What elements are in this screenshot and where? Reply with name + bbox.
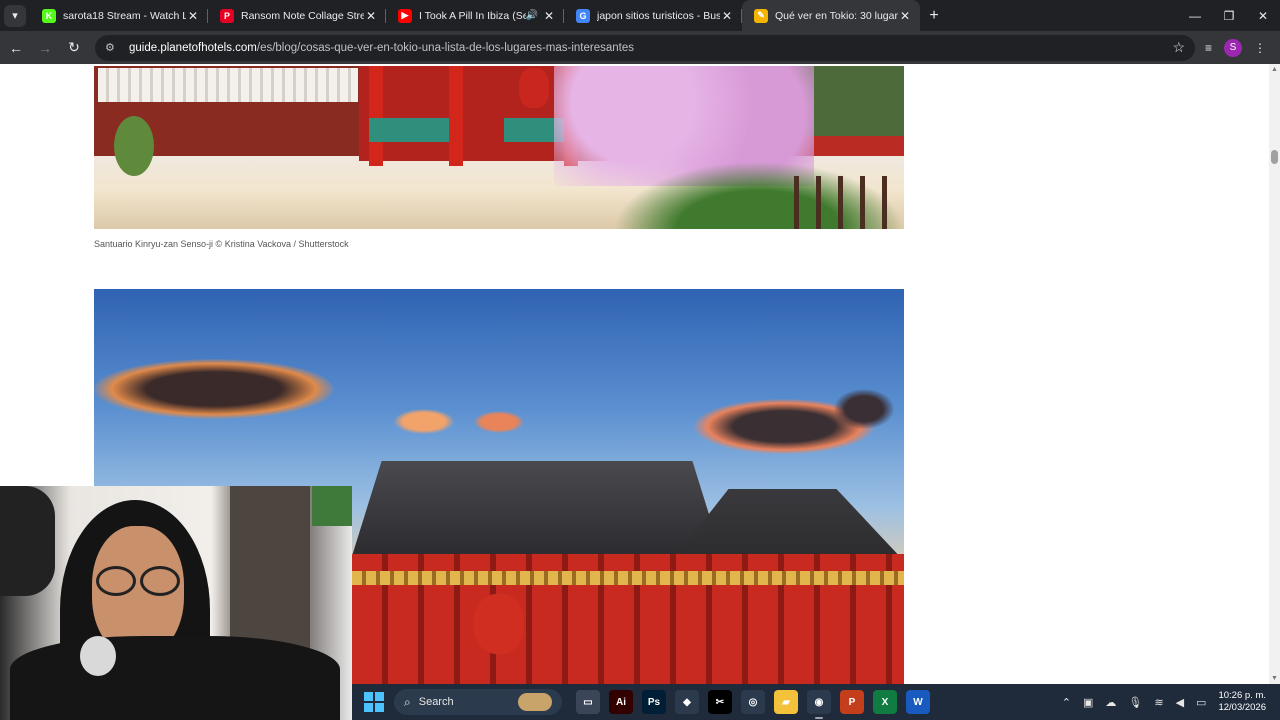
tab-title: Qué ver en Tokio: 30 lugares in [775,9,898,22]
tab-search-button[interactable]: ▾ [4,4,26,27]
tab-title: Ransom Note Collage Stream C [241,9,364,22]
maximize-button[interactable]: ❐ [1212,0,1246,31]
illustrator-icon[interactable]: Ai [609,690,633,714]
address-bar[interactable]: ⚙ guide.planetofhotels.com/es/blog/cosas… [95,34,1195,61]
clock-date: 12/03/2026 [1218,702,1266,713]
browser-tab[interactable]: P Ransom Note Collage Stream C✕ [208,0,386,31]
obs-icon[interactable]: ◎ [741,690,765,714]
new-tab-button[interactable]: + [920,2,948,30]
tab-close-icon[interactable]: ✕ [898,9,912,23]
microphone-icon[interactable]: 🎙 [1128,696,1142,709]
reload-button[interactable]: ↻ [61,35,87,61]
pinterest-icon: P [220,8,234,23]
address-domain: guide.planetofhotels.com [129,41,257,54]
folder-icon[interactable]: ▰ [774,690,798,714]
windows-taskbar: ⌕ Search ▭ Ai Ps ◆ ✂ ◎ ▰ ◉ P X W ⌃ ▣ ☁ 🎙 ≋ ◀ ▭ 10:… [352,684,1280,720]
system-tray: ⌃ ▣ ☁ 🎙 ≋ ◀ ▭ 10:26 p. m. 12/03/2026 [1062,690,1280,714]
tab-audio-icon[interactable]: 🔊 [526,10,538,21]
chrome-icon[interactable]: ◉ [807,690,831,719]
taskbar-search[interactable]: ⌕ Search [394,689,562,715]
media-controls-icon[interactable]: ≡ [1205,41,1212,55]
browser-tab[interactable]: ✎ Qué ver en Tokio: 30 lugares in✕ [742,0,920,31]
browser-toolbar: ← → ↻ ⚙ guide.planetofhotels.com/es/blog… [0,31,1280,64]
file-explorer-blank-icon[interactable]: ▭ [576,690,600,714]
close-window-button[interactable]: ✕ [1246,0,1280,31]
show-hidden-icons[interactable]: ⌃ [1062,696,1071,709]
google-icon: G [576,8,590,23]
tab-strip: ▾ Ksarota18 Stream - Watch Live o✕PRanso… [0,0,1280,31]
word-icon[interactable]: W [906,690,930,714]
browser-tab[interactable]: Gjapon sitios turisticos - Buscar c✕ [564,0,742,31]
wifi-icon[interactable]: ≋ [1154,696,1163,709]
menu-kebab-icon[interactable]: ⋮ [1254,41,1266,55]
clock-time: 10:26 p. m. [1218,690,1266,701]
phone-link-icon[interactable]: ▣ [1083,696,1093,709]
taskbar-search-label: Search [418,696,454,708]
tab-title: I Took A Pill In Ibiza (Seeb R [419,9,526,22]
scroll-down-icon[interactable]: ▼ [1271,675,1278,682]
browser-tab[interactable]: Ksarota18 Stream - Watch Live o✕ [30,0,208,31]
excel-icon[interactable]: X [873,690,897,714]
powerpoint-icon[interactable]: P [840,690,864,714]
search-highlight-icon [518,693,552,711]
page-scrollbar[interactable]: ▲ ▼ [1269,64,1280,684]
tab-title: sarota18 Stream - Watch Live o [63,9,186,22]
address-path: /es/blog/cosas-que-ver-en-tokio-una-list… [256,41,634,54]
youtube-icon: ▶ [398,8,412,23]
bookmark-star-icon[interactable]: ☆ [1172,39,1185,56]
planetofhotels-icon: ✎ [754,8,768,23]
capcut-icon[interactable]: ✂ [708,690,732,714]
tab-close-icon[interactable]: ✕ [720,9,734,23]
window-controls: — ❐ ✕ [1178,0,1280,31]
site-info-icon[interactable]: ⚙ [105,41,121,54]
scroll-thumb[interactable] [1271,150,1278,164]
photoshop-icon[interactable]: Ps [642,690,666,714]
tab-close-icon[interactable]: ✕ [542,9,556,23]
webcam-overlay [0,486,352,720]
tab-close-icon[interactable]: ✕ [364,9,378,23]
volume-icon[interactable]: ◀ [1176,696,1184,709]
search-icon: ⌕ [404,694,411,709]
battery-icon[interactable]: ▭ [1196,696,1206,709]
kick-icon: K [42,8,56,23]
tab-title: japon sitios turisticos - Buscar c [597,9,720,22]
image-caption: Santuario Kinryu-zan Senso-ji © Kristina… [94,239,349,249]
profile-avatar[interactable]: S [1224,38,1243,57]
scroll-up-icon[interactable]: ▲ [1271,66,1278,73]
browser-tab[interactable]: ▶ I Took A Pill In Ibiza (Seeb R🔊 ✕ [386,0,564,31]
figma-icon[interactable]: ◆ [675,690,699,714]
tab-close-icon[interactable]: ✕ [186,9,200,23]
clock[interactable]: 10:26 p. m. 12/03/2026 [1218,690,1266,714]
senso-ji-gate-image [94,66,904,229]
onedrive-icon[interactable]: ☁ [1105,696,1116,709]
start-button[interactable] [364,692,384,712]
forward-button[interactable]: → [32,35,58,61]
minimize-button[interactable]: — [1178,0,1212,31]
back-button[interactable]: ← [3,35,29,61]
